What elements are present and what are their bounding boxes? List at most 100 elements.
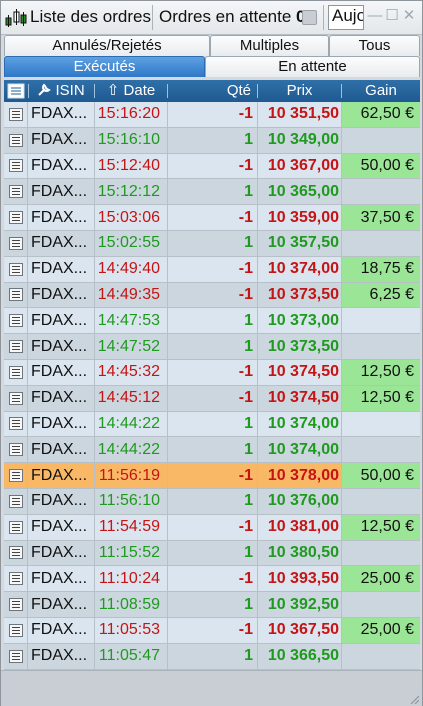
cell-qty: -1 bbox=[238, 389, 253, 407]
cell-date: 11:54:59 bbox=[98, 518, 160, 536]
cell-isin: FDAX... bbox=[31, 440, 88, 458]
order-detail-icon[interactable] bbox=[4, 515, 27, 540]
column-isin-label: ISIN bbox=[55, 82, 85, 99]
table-row[interactable]: FDAX... 15:16:20 -1 10 351,50 62,50 € bbox=[4, 102, 420, 128]
order-detail-icon[interactable] bbox=[4, 102, 27, 127]
order-detail-icon[interactable] bbox=[4, 179, 27, 204]
candlestick-icon bbox=[5, 9, 27, 27]
cell-date: 14:49:40 bbox=[97, 260, 160, 278]
maximize-button[interactable]: ☐ bbox=[384, 7, 400, 25]
tab-executed[interactable]: Exécutés bbox=[4, 56, 205, 77]
tab-pending[interactable]: En attente bbox=[205, 56, 420, 77]
order-detail-icon[interactable] bbox=[4, 308, 27, 333]
column-price[interactable]: Prix bbox=[258, 80, 341, 102]
period-select[interactable]: Aujo bbox=[328, 5, 364, 30]
cell-qty: -1 bbox=[238, 208, 253, 226]
cell-gain bbox=[342, 334, 420, 359]
order-detail-icon[interactable] bbox=[4, 386, 27, 411]
cell-price: 10 374,50 bbox=[267, 363, 339, 381]
order-list-window: Liste des ordres Ordres en attente 0 Auj… bbox=[0, 0, 423, 706]
cell-price: 10 357,50 bbox=[267, 234, 339, 252]
window-title: Liste des ordres bbox=[30, 7, 151, 26]
cell-date: 11:56:10 bbox=[98, 492, 160, 510]
table-row[interactable]: FDAX... 11:08:59 1 10 392,50 bbox=[4, 592, 420, 618]
table-row[interactable]: FDAX... 14:47:52 1 10 373,50 bbox=[4, 334, 420, 360]
table-row[interactable]: FDAX... 11:15:52 1 10 380,50 bbox=[4, 540, 420, 567]
cell-date: 11:05:53 bbox=[98, 621, 160, 639]
order-detail-icon[interactable] bbox=[4, 618, 27, 643]
order-detail-icon[interactable] bbox=[4, 412, 27, 437]
order-detail-icon[interactable] bbox=[4, 489, 27, 514]
table-row[interactable]: FDAX... 14:45:12 -1 10 374,50 12,50 € bbox=[4, 385, 420, 412]
cell-qty: 1 bbox=[244, 131, 253, 149]
close-button[interactable]: ✕ bbox=[401, 7, 417, 25]
table-row[interactable]: FDAX... 14:49:35 -1 10 373,50 6,25 € bbox=[4, 282, 420, 309]
cell-gain: 12,50 € bbox=[342, 514, 420, 540]
order-detail-icon[interactable] bbox=[4, 334, 27, 359]
order-detail-icon[interactable] bbox=[4, 644, 27, 669]
table-row[interactable]: FDAX... 14:44:22 1 10 374,00 bbox=[4, 437, 420, 464]
table-row[interactable]: FDAX... 15:12:40 -1 10 367,00 50,00 € bbox=[4, 153, 420, 180]
cancel-pending-icon[interactable] bbox=[302, 10, 317, 25]
order-detail-icon[interactable] bbox=[4, 437, 27, 462]
cell-price: 10 374,00 bbox=[267, 440, 339, 458]
cell-date: 14:44:22 bbox=[97, 440, 160, 458]
order-detail-icon[interactable] bbox=[4, 205, 27, 230]
pending-orders-label: Ordres en attente 0 bbox=[159, 7, 306, 27]
order-detail-icon[interactable] bbox=[4, 566, 27, 591]
order-detail-icon[interactable] bbox=[4, 541, 27, 566]
table-row[interactable]: FDAX... 11:10:24 -1 10 393,50 25,00 € bbox=[4, 566, 420, 593]
table-row[interactable]: FDAX... 15:02:55 1 10 357,50 bbox=[4, 230, 420, 257]
cell-isin: FDAX... bbox=[31, 647, 88, 665]
resize-grip-icon[interactable] bbox=[409, 694, 419, 704]
cell-qty: 1 bbox=[244, 595, 253, 613]
order-detail-icon[interactable] bbox=[4, 592, 27, 617]
table-row[interactable]: FDAX... 11:56:19 -1 10 378,00 50,00 € bbox=[4, 463, 420, 489]
sort-up-icon: ⇧ bbox=[106, 82, 120, 99]
column-isin[interactable]: ISIN bbox=[29, 80, 93, 102]
table-row[interactable]: FDAX... 14:45:32 -1 10 374,50 12,50 € bbox=[4, 359, 420, 386]
cell-gain bbox=[342, 437, 420, 462]
tab-cancelled-rejected[interactable]: Annulés/Rejetés bbox=[4, 35, 210, 56]
table-row[interactable]: FDAX... 15:12:12 1 10 365,00 bbox=[4, 179, 420, 206]
table-row[interactable]: FDAX... 11:54:59 -1 10 381,00 12,50 € bbox=[4, 514, 420, 541]
order-detail-icon[interactable] bbox=[4, 257, 27, 282]
cell-qty: -1 bbox=[238, 569, 253, 587]
table-row[interactable]: FDAX... 14:49:40 -1 10 374,00 18,75 € bbox=[4, 256, 420, 283]
cell-qty: 1 bbox=[244, 492, 253, 510]
title-bar[interactable]: Liste des ordres Ordres en attente 0 Auj… bbox=[1, 1, 422, 35]
header-doc-icon[interactable] bbox=[6, 80, 26, 102]
column-gain[interactable]: Gain bbox=[342, 80, 420, 102]
table-row[interactable]: FDAX... 11:05:47 1 10 366,50 bbox=[4, 643, 420, 670]
table-row[interactable]: FDAX... 11:05:53 -1 10 367,50 25,00 € bbox=[4, 617, 420, 644]
order-detail-icon[interactable] bbox=[4, 231, 27, 256]
order-detail-icon[interactable] bbox=[4, 283, 27, 308]
table-row[interactable]: FDAX... 15:03:06 -1 10 359,00 37,50 € bbox=[4, 205, 420, 231]
table-row[interactable]: FDAX... 11:56:10 1 10 376,00 bbox=[4, 488, 420, 515]
tab-multiple[interactable]: Multiples bbox=[210, 35, 329, 56]
cell-qty: -1 bbox=[238, 105, 253, 123]
cell-date: 11:15:52 bbox=[98, 543, 160, 561]
order-detail-icon[interactable] bbox=[4, 360, 27, 385]
cell-price: 10 366,50 bbox=[267, 647, 339, 665]
table-row[interactable]: FDAX... 14:47:53 1 10 373,00 bbox=[4, 308, 420, 335]
cell-gain: 18,75 € bbox=[342, 256, 420, 282]
cell-isin: FDAX... bbox=[31, 208, 88, 226]
order-detail-icon[interactable] bbox=[4, 154, 27, 179]
minimize-button[interactable]: — bbox=[367, 7, 383, 25]
cell-date: 11:56:19 bbox=[98, 466, 160, 484]
cell-price: 10 392,50 bbox=[267, 595, 339, 613]
tab-all[interactable]: Tous bbox=[329, 35, 420, 56]
cell-gain bbox=[342, 231, 420, 256]
orders-table: ISIN ⇧ Date Qté Prix Gain FDAX... 15:16:2… bbox=[4, 80, 420, 670]
order-detail-icon[interactable] bbox=[4, 128, 27, 153]
cell-price: 10 373,50 bbox=[267, 285, 339, 303]
table-row[interactable]: FDAX... 15:16:10 1 10 349,00 bbox=[4, 127, 420, 154]
column-qty[interactable]: Qté bbox=[168, 80, 257, 102]
cell-gain bbox=[342, 489, 420, 514]
table-row[interactable]: FDAX... 14:44:22 1 10 374,00 bbox=[4, 411, 420, 438]
column-date[interactable]: ⇧ Date bbox=[95, 80, 167, 102]
order-detail-icon[interactable] bbox=[4, 463, 27, 488]
cell-qty: -1 bbox=[238, 260, 253, 278]
cell-date: 11:05:47 bbox=[98, 647, 160, 665]
